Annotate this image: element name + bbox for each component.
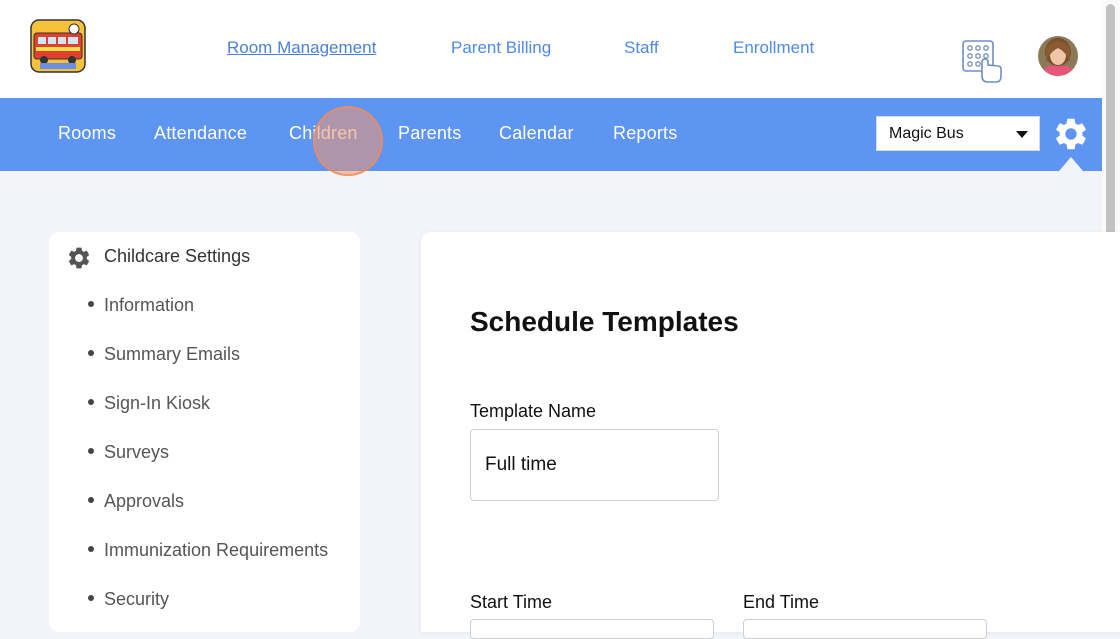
bullet-icon	[88, 399, 94, 406]
nav-link-parent-billing[interactable]: Parent Billing	[451, 38, 551, 58]
user-avatar[interactable]	[1038, 36, 1078, 76]
sidebar-item-label: Surveys	[104, 442, 170, 462]
sidebar-item-label: Security	[104, 589, 170, 609]
bullet-icon	[88, 546, 94, 553]
gear-icon	[66, 245, 92, 271]
settings-sidebar	[49, 232, 360, 632]
start-time-field[interactable]	[470, 619, 714, 639]
sidebar-item-label: Immunization Requirements	[104, 540, 329, 560]
keypad-hand-icon[interactable]	[960, 38, 1004, 84]
bullet-icon	[88, 301, 94, 308]
page-title: Schedule Templates	[470, 306, 739, 337]
tab-reports[interactable]: Reports	[613, 123, 677, 144]
sidebar-item-summary-emails[interactable]: Summary Emails	[88, 344, 240, 365]
bullet-icon	[88, 497, 94, 504]
tab-parents[interactable]: Parents	[398, 123, 461, 144]
sidebar-item-immunization-requirements[interactable]: Immunization Requirements	[88, 540, 328, 561]
sidebar-item-label: Approvals	[104, 491, 185, 511]
end-time-label: End Time	[743, 592, 820, 612]
sidebar-item-approvals[interactable]: Approvals	[88, 491, 184, 512]
gear-icon[interactable]	[1052, 115, 1090, 153]
school-select-value: Magic Bus	[889, 125, 964, 142]
bullet-icon	[88, 350, 94, 357]
sidebar-item-information[interactable]: Information	[88, 295, 194, 316]
sidebar-item-sign-in-kiosk[interactable]: Sign-In Kiosk	[88, 393, 210, 414]
start-time-label: Start Time	[470, 592, 553, 612]
nav-link-staff[interactable]: Staff	[624, 38, 659, 58]
tab-rooms[interactable]: Rooms	[58, 123, 116, 144]
top-header: Room Management Parent Billing Staff Enr…	[0, 0, 1102, 98]
active-indicator	[1059, 157, 1083, 171]
school-select[interactable]: Magic Bus	[876, 116, 1040, 151]
sidebar-title: Childcare Settings	[104, 246, 251, 266]
main-nav-bar: Rooms Attendance Children Parents Calend…	[0, 98, 1102, 171]
sidebar-item-surveys[interactable]: Surveys	[88, 442, 169, 463]
sidebar-item-label: Sign-In Kiosk	[104, 393, 211, 413]
template-name-field[interactable]	[470, 429, 719, 501]
sidebar-item-label: Summary Emails	[104, 344, 241, 364]
nav-link-room-management[interactable]: Room Management	[227, 38, 376, 58]
template-name-label: Template Name	[470, 401, 597, 421]
nav-link-enrollment[interactable]: Enrollment	[733, 38, 814, 58]
bullet-icon	[88, 595, 94, 602]
sidebar-item-label: Information	[104, 295, 195, 315]
magic-bus-logo[interactable]	[30, 19, 86, 73]
click-indicator	[313, 106, 383, 176]
bullet-icon	[88, 448, 94, 455]
tab-calendar[interactable]: Calendar	[499, 123, 574, 144]
chevron-down-icon	[1016, 131, 1028, 138]
end-time-field[interactable]	[743, 619, 987, 639]
tab-attendance[interactable]: Attendance	[154, 123, 247, 144]
sidebar-item-security[interactable]: Security	[88, 589, 169, 610]
